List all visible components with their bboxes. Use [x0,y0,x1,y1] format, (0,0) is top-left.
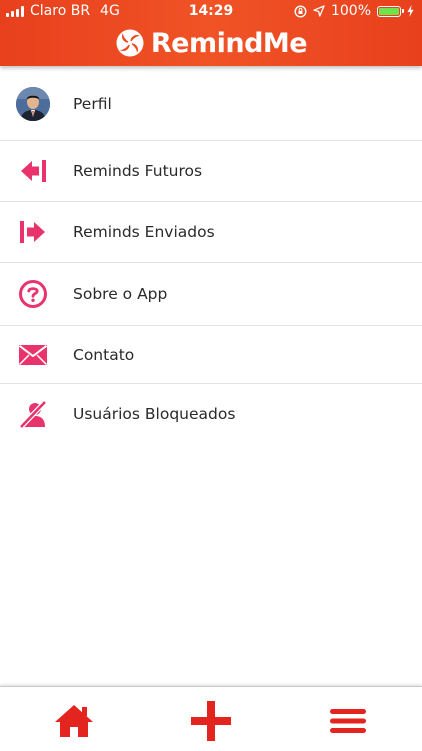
battery-icon [377,5,404,17]
menu-item-label: Reminds Futuros [73,162,203,180]
user-blocked-icon [16,397,50,431]
charging-icon [407,5,414,17]
menu-icon [330,709,366,733]
menu-item-usuarios-bloqueados[interactable]: Usuários Bloqueados [0,384,422,444]
avatar [16,87,50,121]
menu-item-reminds-futuros[interactable]: Reminds Futuros [0,141,422,202]
app-header: Claro BR 4G 14:29 100% RemindMe [0,0,422,66]
battery-percent: 100% [330,3,371,19]
spiral-logo-icon [116,29,144,57]
menu-item-reminds-enviados[interactable]: Reminds Enviados [0,202,422,263]
menu-item-label: Reminds Enviados [73,223,215,241]
menu-item-sobre-o-app[interactable]: Sobre o App [0,263,422,326]
envelope-icon [16,338,50,372]
app-logo: RemindMe [0,26,422,60]
question-circle-icon [16,277,50,311]
home-icon [55,705,93,737]
status-bar: Claro BR 4G 14:29 100% [0,0,422,24]
side-menu: Perfil Reminds Futuros Reminds Enviados [0,72,422,444]
menu-item-label: Usuários Bloqueados [73,405,236,423]
home-tab[interactable] [52,701,96,741]
app-name: RemindMe [150,27,308,59]
location-icon [313,5,325,17]
menu-item-label: Contato [73,345,135,364]
bottom-tab-bar [0,686,422,751]
arrow-left-bar-icon [16,154,50,188]
arrow-right-bar-icon [16,215,50,249]
menu-item-perfil[interactable]: Perfil [0,68,422,141]
menu-item-label: Sobre o App [73,285,168,303]
menu-item-contato[interactable]: Contato [0,326,422,384]
plus-icon [191,701,231,741]
avatar-wrap [16,87,50,121]
add-tab[interactable] [189,701,233,741]
menu-tab[interactable] [326,701,370,741]
orientation-lock-icon [294,4,307,18]
menu-item-label: Perfil [73,95,112,113]
